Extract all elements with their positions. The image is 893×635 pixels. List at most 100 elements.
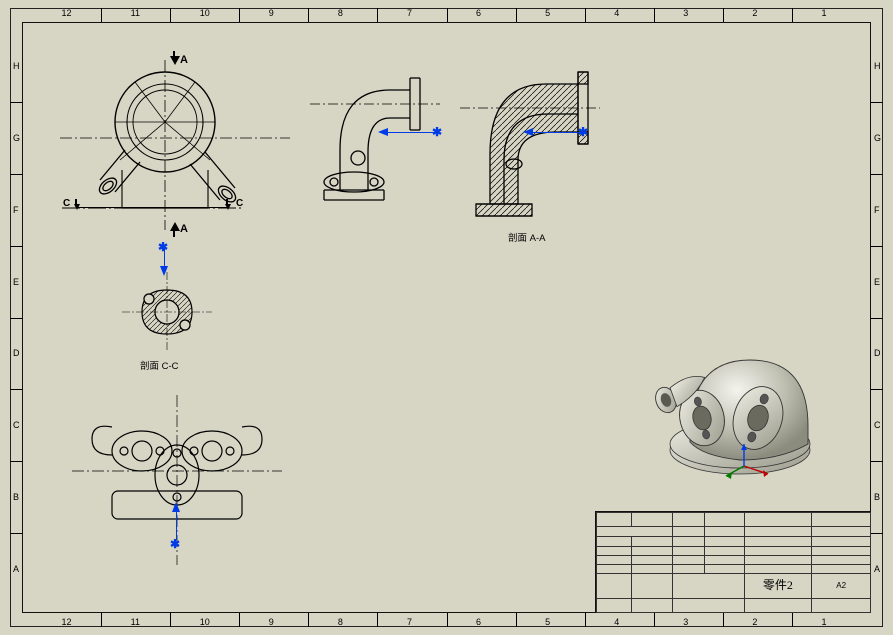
label-section-aa: 剖面 A-A (508, 230, 545, 244)
ruler-label: 7 (407, 8, 412, 18)
ruler-tick (871, 318, 883, 319)
ruler-label: F (13, 205, 19, 215)
ruler-tick (239, 8, 240, 22)
tb-r4c4 (744, 546, 812, 555)
view-origin-line-3 (530, 132, 580, 133)
ruler-label: C (874, 420, 881, 430)
ruler-tick (10, 174, 22, 175)
view-section-aa (460, 64, 600, 222)
ruler-tick (10, 389, 22, 390)
ruler-label: 5 (545, 617, 550, 627)
section-stem-a-bottom (173, 231, 175, 237)
tb-r1c2 (631, 513, 673, 527)
section-label-a-top: A (180, 54, 188, 66)
view-origin-star-5: ✱ (170, 537, 180, 551)
section-stem-a-top (173, 51, 175, 57)
ruler-tick (792, 613, 793, 627)
view-origin-star-1b: ✱ (158, 240, 168, 254)
tb-r4c2 (673, 546, 704, 555)
ruler-label: 10 (200, 8, 210, 18)
tb-r5c5 (812, 555, 871, 564)
tb-r1c4 (704, 513, 744, 527)
ruler-tick (447, 8, 448, 22)
tb-company-c0 (597, 574, 632, 598)
ruler-label: 2 (752, 617, 757, 627)
ruler-label: 8 (338, 617, 343, 627)
ruler-tick (871, 533, 883, 534)
part-name: 零件2 (744, 574, 812, 598)
tb-r3c5 (812, 537, 871, 546)
ruler-tick (10, 246, 22, 247)
ruler-label: 4 (614, 8, 619, 18)
ruler-label: 6 (476, 8, 481, 18)
tb-bot-c2 (673, 598, 744, 612)
ruler-label: 11 (131, 617, 140, 627)
tb-r6c2 (673, 565, 704, 574)
ruler-label: A (13, 564, 19, 574)
ruler-label: 3 (683, 617, 688, 627)
section-label-a-bottom: A (180, 223, 188, 235)
tb-r3c1 (631, 537, 673, 546)
tb-r5c0 (597, 555, 632, 564)
ruler-tick (308, 613, 309, 627)
tb-r3c2 (673, 537, 704, 546)
ruler-label: 7 (407, 617, 412, 627)
ruler-tick (585, 613, 586, 627)
tb-r6c1 (631, 565, 673, 574)
view-origin-arrow-3 (523, 128, 533, 136)
tb-r1c3 (673, 513, 704, 527)
tb-r2c4 (744, 527, 812, 537)
view-origin-line-2 (385, 132, 435, 133)
ruler-tick (10, 461, 22, 462)
tb-r1c1 (597, 513, 632, 527)
tb-bot-c3 (744, 598, 812, 612)
view-origin-star-2: ✱ (432, 125, 442, 139)
ruler-label: 1 (821, 8, 826, 18)
view-origin-star-3: ✱ (578, 125, 588, 139)
ruler-label: 2 (752, 8, 757, 18)
ruler-label: C (13, 420, 20, 430)
ruler-label: G (874, 133, 881, 143)
ruler-tick (871, 461, 883, 462)
ruler-tick (10, 318, 22, 319)
tb-r5c2 (673, 555, 704, 564)
ruler-label: D (13, 348, 20, 358)
ruler-label: D (874, 348, 881, 358)
ruler-tick (10, 102, 22, 103)
ruler-label: 5 (545, 8, 550, 18)
tb-r4c5 (812, 546, 871, 555)
tb-r1c5 (744, 513, 812, 527)
ruler-label: A (874, 564, 880, 574)
ruler-tick (377, 613, 378, 627)
ruler-label: 11 (131, 8, 140, 18)
ruler-label: 12 (62, 617, 72, 627)
label-section-cc: 剖面 C-C (140, 358, 179, 372)
ruler-label: 9 (269, 617, 274, 627)
tb-r5c4 (744, 555, 812, 564)
ruler-tick (871, 102, 883, 103)
ruler-label: 8 (338, 8, 343, 18)
ruler-label: G (13, 133, 20, 143)
ruler-label: F (874, 205, 880, 215)
ruler-tick (871, 174, 883, 175)
ruler-tick (871, 389, 883, 390)
ruler-tick (308, 8, 309, 22)
tb-r1c6 (812, 513, 871, 527)
ruler-tick (723, 8, 724, 22)
ruler-tick (10, 533, 22, 534)
tb-r4c0 (597, 546, 632, 555)
tb-r5c3 (704, 555, 744, 564)
ruler-label: B (874, 492, 880, 502)
ruler-label: 10 (200, 617, 210, 627)
ruler-tick (871, 246, 883, 247)
tb-r2c5 (812, 527, 871, 537)
tb-bot-c0 (597, 598, 632, 612)
tb-r6c3 (704, 565, 744, 574)
ruler-tick (170, 613, 171, 627)
view-origin-arrow-5 (172, 502, 180, 512)
ruler-tick (516, 8, 517, 22)
ruler-label: H (13, 61, 20, 71)
section-arrow-a-bottom (170, 222, 180, 231)
ruler-label: E (874, 277, 880, 287)
tb-r6c4 (744, 565, 812, 574)
